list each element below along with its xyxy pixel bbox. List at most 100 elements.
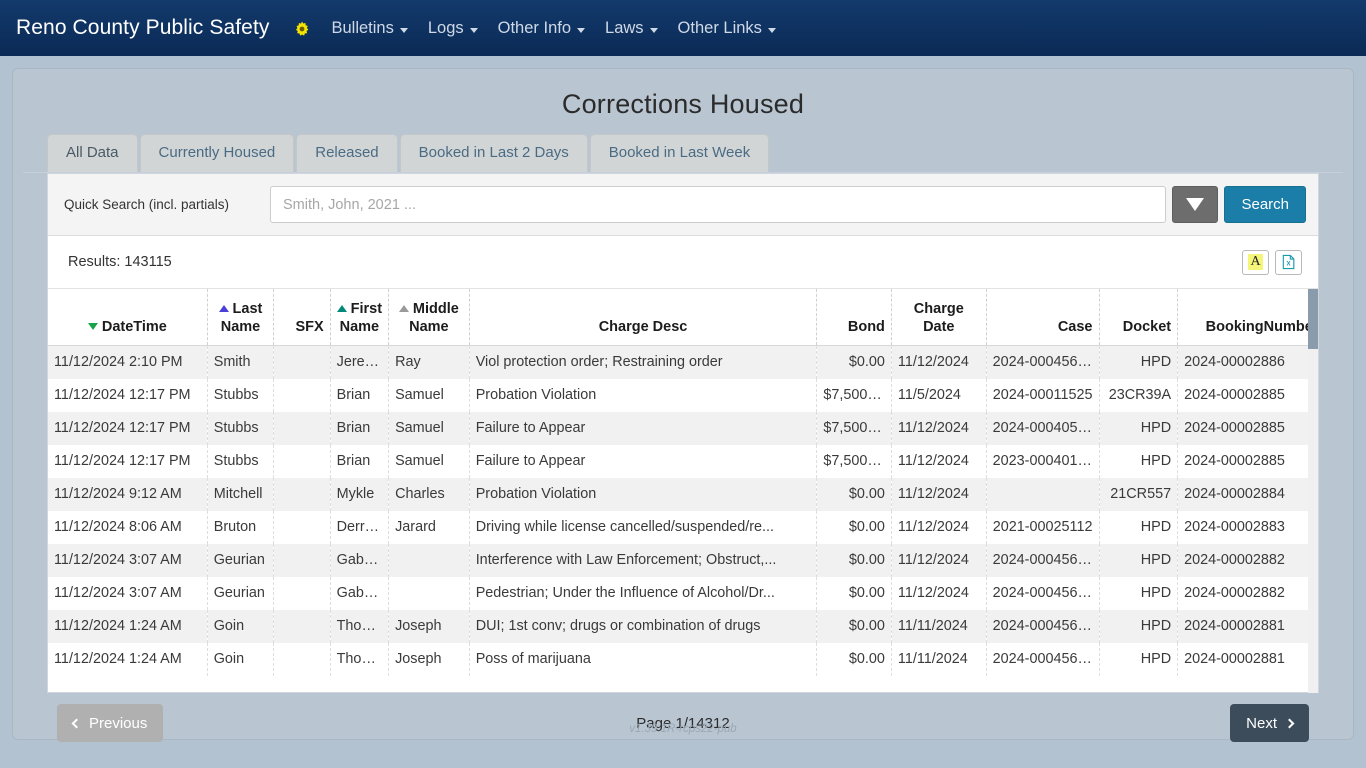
cell-case: 2021-00025112 [986, 510, 1100, 544]
column-header-sfx[interactable]: SFX [273, 289, 331, 346]
cell-bookingnumber: 2024-00002883 [1184, 518, 1285, 535]
cell-sfx [273, 642, 331, 676]
cell-docket: HPD [1099, 411, 1179, 445]
table-row[interactable]: 11/12/2024 12:17 PM Stubbs Brian Samuel Fail… [48, 411, 1318, 445]
column-header-last_name[interactable]: Last Name [207, 289, 275, 346]
cell-datetime: 11/12/2024 1:24 AM [48, 609, 208, 643]
page-container: Corrections Housed All Data Currently Ho… [12, 68, 1354, 742]
cell-middle_name [388, 576, 470, 610]
cell-bookingnumber: 2024-00002881 [1184, 650, 1285, 667]
nav-item-bulletins[interactable]: Bulletins [321, 13, 417, 44]
cell-bond: $0.00 [816, 477, 892, 511]
column-header-case[interactable]: Case [986, 289, 1100, 346]
cell-charge_date: 11/11/2024 [891, 642, 987, 676]
cell-docket: 21CR557 [1099, 477, 1179, 511]
table-scroll-region[interactable]: DateTime Last Name SFX First Name Middle Name Ch… [48, 289, 1318, 693]
tab-booked-last-2-days[interactable]: Booked in Last 2 Days [399, 134, 588, 172]
cell-last_name: Bruton [207, 510, 275, 544]
export-text-glyph: A [1248, 254, 1263, 270]
cell-sfx [273, 477, 331, 511]
tab-currently-housed[interactable]: Currently Housed [139, 134, 295, 172]
cell-datetime: 11/12/2024 8:06 AM [48, 510, 208, 544]
nav-item-label: Logs [427, 18, 464, 37]
table-row[interactable]: 11/12/2024 9:12 AM Mitchell Mykle Charles Pr… [48, 477, 1318, 511]
chevron-down-icon [767, 27, 776, 33]
cell-charge_desc: Interference with Law Enforcement; Obstr… [469, 543, 818, 577]
cell-bond: $0.00 [816, 576, 892, 610]
cell-charge_desc: Failure to Appear [469, 444, 818, 478]
column-header-charge_date[interactable]: Charge Date [891, 289, 987, 346]
nav-item-other-links[interactable]: Other Links [668, 13, 786, 44]
scrollbar-thumb[interactable] [1308, 289, 1318, 349]
cell-charge_desc: Probation Violation [469, 477, 818, 511]
table-row[interactable]: 11/12/2024 3:07 AM Geurian Gabriela Interfe… [48, 543, 1318, 577]
cell-first_name: Thomas [330, 609, 390, 643]
cell-datetime: 11/12/2024 3:07 AM [48, 576, 208, 610]
nav-item-logs[interactable]: Logs [418, 13, 488, 44]
table-header-row: DateTime Last Name SFX First Name Middle Name Ch… [48, 289, 1318, 346]
table-row[interactable]: 11/12/2024 8:06 AM Bruton Derrick Jarard Dri… [48, 510, 1318, 544]
table-body: 11/12/2024 2:10 PM Smith Jeremy Ray Viol pro… [48, 345, 1318, 676]
cell-last_name: Stubbs [207, 378, 275, 412]
table-row[interactable]: 11/12/2024 2:10 PM Smith Jeremy Ray Viol pro… [48, 345, 1318, 379]
sort-arrow-icon [87, 322, 98, 330]
cell-case [986, 477, 1100, 511]
funnel-icon [1186, 198, 1205, 211]
tab-bar: All Data Currently Housed Released Booke… [23, 134, 1343, 173]
version-label: v1.39.1R-rcps22-pub [629, 723, 737, 735]
cell-charge_date: 11/12/2024 [891, 411, 987, 445]
excel-export-icon[interactable]: X [1275, 249, 1302, 275]
cell-sfx [273, 444, 331, 478]
cell-first_name: Brian [330, 444, 390, 478]
tab-all-data[interactable]: All Data [47, 134, 138, 172]
chevron-down-icon [577, 27, 586, 33]
filter-button[interactable] [1172, 186, 1219, 223]
cell-charge_date: 11/12/2024 [891, 510, 987, 544]
table-row[interactable]: 11/12/2024 12:17 PM Stubbs Brian Samuel Prob… [48, 378, 1318, 412]
nav-item-label: Other Info [497, 18, 572, 37]
cell-sfx [273, 510, 331, 544]
vertical-scrollbar[interactable] [1308, 289, 1318, 693]
cell-datetime: 11/12/2024 12:17 PM [48, 411, 208, 445]
nav-item-label: Bulletins [331, 18, 394, 37]
quick-search-label: Quick Search (incl. partials) [64, 197, 230, 212]
results-bar: Results: 143115 A X [48, 236, 1318, 289]
cell-middle_name: Samuel [388, 378, 470, 412]
table-row[interactable]: 11/12/2024 12:17 PM Stubbs Brian Samuel Fail… [48, 444, 1318, 478]
cell-sfx [273, 411, 331, 445]
column-header-bond[interactable]: Bond [816, 289, 892, 346]
table-row[interactable]: 11/12/2024 3:07 AM Geurian Gabriela Pedestr… [48, 576, 1318, 610]
column-header-docket[interactable]: Docket [1099, 289, 1179, 346]
cell-bond: $0.00 [816, 510, 892, 544]
cell-sfx [273, 576, 331, 610]
cell-middle_name: Joseph [388, 609, 470, 643]
tab-booked-last-week[interactable]: Booked in Last Week [589, 134, 770, 172]
cell-bookingnumber: 2024-00002885 [1184, 452, 1285, 469]
page-title: Corrections Housed [561, 89, 805, 119]
cell-docket: HPD [1099, 444, 1179, 478]
cell-middle_name: Jarard [388, 510, 470, 544]
column-header-charge_desc[interactable]: Charge Desc [469, 289, 818, 346]
cell-bookingnumber: 2024-00002885 [1184, 386, 1285, 403]
nav-item-laws[interactable]: Laws [595, 13, 668, 44]
cell-last_name: Stubbs [207, 411, 275, 445]
text-export-icon[interactable]: A [1242, 249, 1269, 275]
cell-bond: $0.00 [816, 543, 892, 577]
export-button-group: A X [1242, 249, 1302, 275]
column-header-middle_name[interactable]: Middle Name [388, 289, 470, 346]
cell-charge_desc: Poss of marijuana [469, 642, 818, 676]
tab-released[interactable]: Released [296, 134, 398, 172]
gear-icon[interactable] [293, 20, 311, 38]
table-row[interactable]: 11/12/2024 1:24 AM Goin Thomas Joseph Poss o… [48, 642, 1318, 676]
column-header-bookingnumber[interactable]: BookingNumber [1177, 289, 1318, 346]
chevron-down-icon [469, 27, 478, 33]
search-button[interactable]: Search [1224, 186, 1306, 223]
table-row[interactable]: 11/12/2024 1:24 AM Goin Thomas Joseph DUI; 1… [48, 609, 1318, 643]
cell-datetime: 11/12/2024 2:10 PM [48, 345, 208, 379]
cell-last_name: Stubbs [207, 444, 275, 478]
nav-item-other-info[interactable]: Other Info [488, 13, 595, 44]
column-header-first_name[interactable]: First Name [330, 289, 390, 346]
search-input[interactable] [270, 186, 1167, 223]
cell-case: 2024-00040540 [986, 411, 1100, 445]
column-header-datetime[interactable]: DateTime [48, 289, 208, 346]
